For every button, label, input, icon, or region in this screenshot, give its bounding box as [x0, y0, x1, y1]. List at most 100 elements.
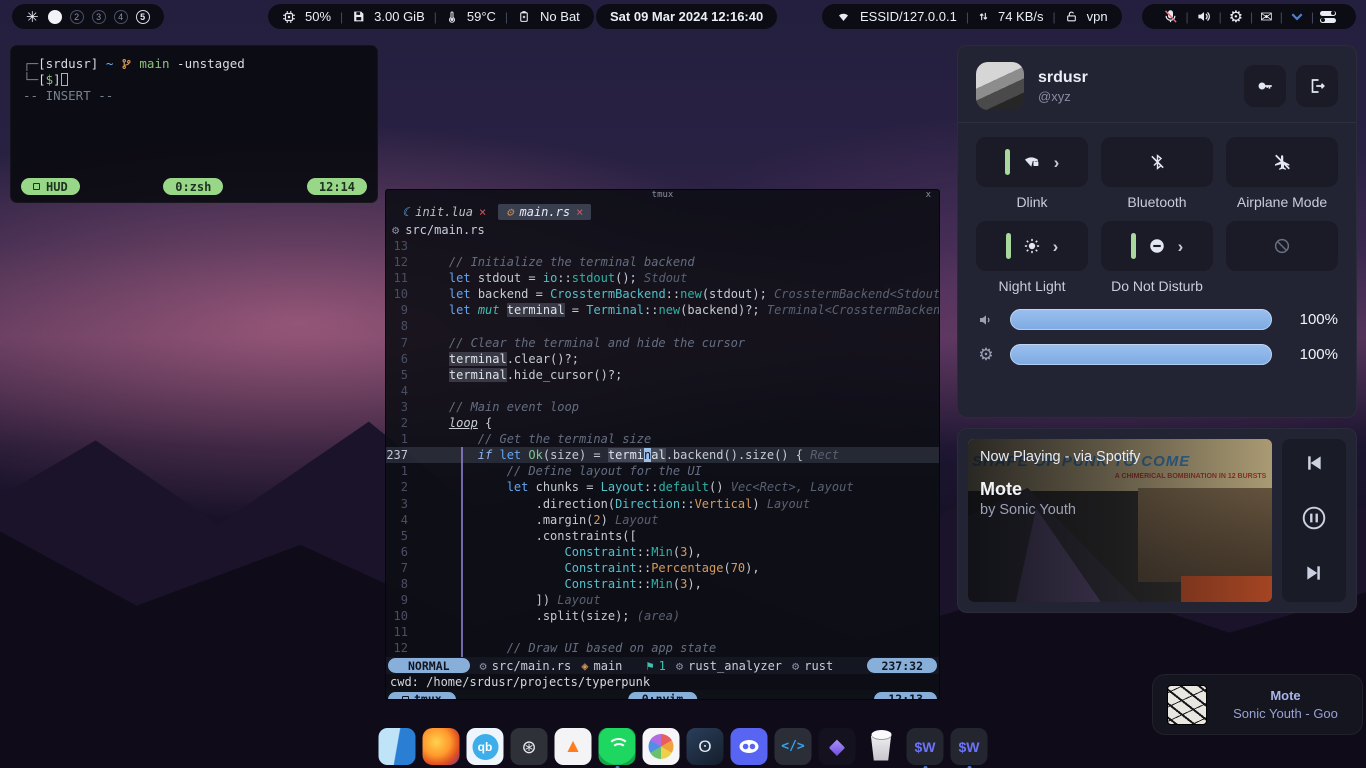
battery-icon — [517, 10, 531, 23]
wifi-icon — [836, 11, 851, 23]
control-center-panel: srdusr @xyz › Dlink Bluetooth — [957, 45, 1357, 418]
rust-file-icon: ⚙ — [480, 659, 487, 673]
microphone-muted-icon[interactable] — [1156, 9, 1185, 24]
dock-firefox-icon[interactable] — [423, 728, 460, 765]
chevron-right-icon[interactable]: › — [1054, 154, 1060, 171]
code-line: 4 — [386, 383, 939, 399]
terminal-prompt-line1: ┌─[srdusr] ~ main -unstaged — [23, 56, 365, 72]
logout-button[interactable] — [1296, 65, 1338, 107]
toggle-night-light[interactable]: › — [976, 221, 1088, 271]
dock-trash-icon[interactable] — [863, 728, 900, 765]
terminal-hud-pill[interactable]: HUD — [21, 178, 80, 195]
dock-obs-icon[interactable]: ⊛ — [511, 728, 548, 765]
volume-icon[interactable] — [1189, 9, 1219, 24]
dock-vlc-icon[interactable]: ▲ — [555, 728, 592, 765]
dock: qb⊛▲ ʘ </>◆ $W$W — [379, 728, 988, 765]
volume-icon — [976, 312, 996, 328]
workspace-dot[interactable]: 2 — [70, 10, 84, 24]
toggle-blocked[interactable] — [1226, 221, 1338, 271]
workspace-dot[interactable]: 3 — [92, 10, 106, 24]
lua-file-icon: ☾ — [402, 205, 409, 219]
git-branch-icon: ◈ — [581, 659, 588, 673]
editor-statusline: NORMAL ⚙src/main.rs ◈main ⚑1 ⚙rust_analy… — [386, 657, 939, 674]
terminal-session-pill[interactable]: 0:zsh — [163, 178, 223, 195]
workspace-dot[interactable] — [48, 10, 62, 24]
toggle-bluetooth[interactable] — [1101, 137, 1213, 187]
toggle-dlink[interactable]: › — [976, 137, 1088, 187]
git-branch-icon — [121, 58, 132, 70]
code-line: 13 — [386, 238, 939, 254]
dock-dollar-w-1-icon[interactable]: $W — [907, 728, 944, 765]
workspace-dot[interactable]: 5 — [136, 10, 150, 24]
tab-close-icon[interactable]: × — [576, 205, 583, 219]
code-line: 8 Constraint::Min(3), — [386, 576, 939, 592]
rust-file-icon: ⚙ — [392, 223, 399, 237]
code-line: 2 loop { — [386, 415, 939, 431]
tmux-time-pill: 12:13 — [874, 692, 937, 701]
previous-track-button[interactable] — [1304, 453, 1324, 478]
statusline-lang: rust — [804, 659, 833, 673]
chevron-right-icon[interactable]: › — [1178, 238, 1184, 255]
pause-button[interactable] — [1301, 505, 1327, 536]
tmux-editor-window[interactable]: tmux x ☾init.lua× ⚙main.rs× ⚙ src/main.r… — [385, 189, 940, 700]
network-traffic-icon — [978, 10, 989, 23]
volume-slider[interactable] — [1010, 309, 1272, 330]
terminal-window[interactable]: ┌─[srdusr] ~ main -unstaged └─[$] -- INS… — [10, 45, 378, 203]
settings-gear-icon[interactable]: ⚙ — [1222, 7, 1250, 27]
terminal-time-pill: 12:14 — [307, 178, 367, 195]
lock-keys-button[interactable] — [1244, 65, 1286, 107]
toggle-airplane-mode[interactable] — [1226, 137, 1338, 187]
network-speed: 74 KB/s — [998, 9, 1044, 24]
launcher-logo-icon[interactable]: ✳ — [26, 8, 39, 26]
track-artist: by Sonic Youth — [980, 502, 1140, 518]
tab-main-rs[interactable]: ⚙main.rs× — [498, 204, 591, 220]
toggles-icon[interactable] — [1314, 11, 1342, 23]
tab-init-lua[interactable]: ☾init.lua× — [394, 204, 494, 220]
datetime: Sat 09 Mar 2024 12:16:40 — [610, 9, 763, 24]
code-line: 6 Constraint::Min(3), — [386, 544, 939, 560]
essid: ESSID/127.0.0.1 — [860, 9, 957, 24]
window-close-button[interactable]: x — [926, 190, 931, 201]
dock-photos-icon[interactable] — [643, 728, 680, 765]
code-line: 7 // Clear the terminal and hide the cur… — [386, 335, 939, 351]
tmux-pill[interactable]: tmux — [388, 692, 456, 701]
minus-circle-icon — [1148, 237, 1166, 255]
cpu-usage: 50% — [305, 9, 331, 24]
clock-pill[interactable]: Sat 09 Mar 2024 12:16:40 — [596, 4, 777, 29]
workspace-indicators[interactable]: 2345 — [48, 10, 150, 24]
statusline-file: src/main.rs — [492, 659, 571, 673]
lsp-gear-icon: ⚙ — [676, 659, 683, 673]
brightness-slider[interactable] — [1010, 344, 1272, 365]
next-track-button[interactable] — [1304, 563, 1324, 588]
user-handle: @xyz — [1038, 89, 1088, 104]
chevron-right-icon[interactable]: › — [1053, 238, 1059, 255]
tmux-session-pill[interactable]: 0:nvim — [628, 692, 698, 701]
dock-spotify-icon[interactable] — [599, 728, 636, 765]
code-line: 3 .direction(Direction::Vertical) Layout — [386, 496, 939, 512]
code-line: 6 terminal.clear()?; — [386, 351, 939, 367]
terminal-prompt-line2: └─[$] — [23, 72, 365, 88]
dock-steam-icon[interactable]: ʘ — [687, 728, 724, 765]
code-line: 4 .margin(2) Layout — [386, 512, 939, 528]
tab-close-icon[interactable]: × — [479, 205, 486, 219]
dock-dollar-w-2-icon[interactable]: $W — [951, 728, 988, 765]
dock-files-icon[interactable] — [379, 728, 416, 765]
dock-qbittorrent-icon[interactable]: qb — [467, 728, 504, 765]
code-editor[interactable]: 1312 // Initialize the terminal backend1… — [386, 238, 939, 657]
chevron-down-icon[interactable] — [1283, 14, 1311, 20]
notification-album-art — [1167, 685, 1207, 725]
dock-obsidian-icon[interactable]: ◆ — [819, 728, 856, 765]
toggle-label: Airplane Mode — [1237, 194, 1327, 211]
mail-icon[interactable]: ✉ — [1253, 8, 1280, 26]
workspace-dot[interactable]: 4 — [114, 10, 128, 24]
dock-vscode-icon[interactable]: </> — [775, 728, 812, 765]
dock-discord-icon[interactable] — [731, 728, 768, 765]
notification-popup[interactable]: Mote Sonic Youth - Goo — [1152, 674, 1363, 735]
network-pill[interactable]: ESSID/127.0.0.1 | 74 KB/s | vpn — [822, 4, 1122, 29]
vpn-label: vpn — [1087, 9, 1108, 24]
media-player-card: SHAPE OF PUNK TO COME A CHIMERICAL BOMBI… — [957, 428, 1357, 613]
now-playing-label: Now Playing - via Spotify — [980, 449, 1140, 465]
toggle-do-not-disturb[interactable]: › — [1101, 221, 1213, 271]
code-line: 10 let backend = CrosstermBackend::new(s… — [386, 286, 939, 302]
temperature-value: 59°C — [467, 9, 496, 24]
